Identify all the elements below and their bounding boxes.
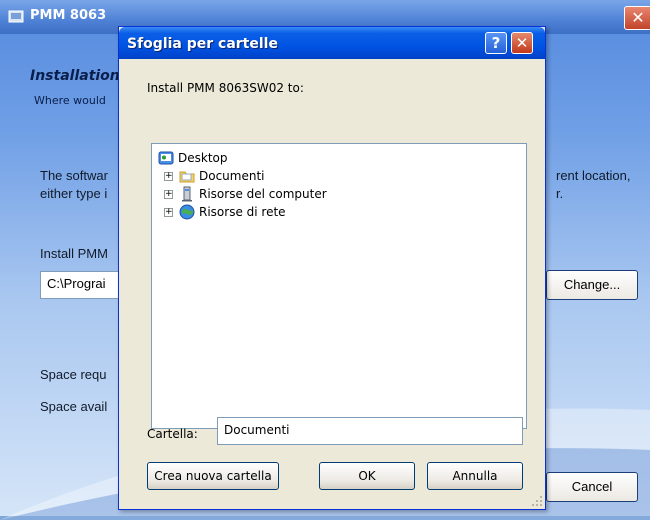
expand-icon[interactable]: + — [164, 189, 173, 199]
help-button[interactable]: ? — [485, 32, 507, 54]
dialog-title: Sfoglia per cartelle — [127, 36, 278, 52]
desktop-icon — [158, 151, 174, 165]
network-icon — [179, 204, 195, 220]
new-folder-button[interactable]: Crea nuova cartella — [147, 462, 279, 490]
tree-item-risorse-computer[interactable]: + Risorse del computer — [164, 185, 327, 203]
folder-tree[interactable]: Desktop + Documenti + Risorse del comput… — [151, 143, 527, 429]
tree-label-risorse-rete: Risorse di rete — [199, 205, 286, 219]
dialog-close-button[interactable]: ✕ — [511, 32, 533, 54]
cancel-button[interactable]: Annulla — [427, 462, 523, 490]
installer-subheading: Where would — [34, 94, 106, 107]
install-path-label: Install PMM — [40, 246, 108, 261]
space-available-label: Space avail — [40, 399, 108, 414]
dialog-titlebar[interactable]: Sfoglia per cartelle ? ✕ — [119, 27, 545, 59]
tree-item-desktop[interactable]: Desktop — [158, 149, 228, 167]
installer-text-right2: r. — [556, 186, 564, 201]
setup-icon — [8, 10, 24, 23]
installer-heading: Installation — [30, 68, 120, 84]
installer-cancel-button[interactable]: Cancel — [546, 472, 638, 502]
expand-icon[interactable]: + — [164, 207, 173, 217]
change-button[interactable]: Change... — [546, 270, 638, 300]
computer-icon — [182, 186, 192, 202]
tree-label-documenti: Documenti — [199, 169, 265, 183]
ok-button[interactable]: OK — [319, 462, 415, 490]
installer-close-button[interactable]: ✕ — [624, 6, 650, 30]
folder-icon — [179, 171, 195, 183]
folder-label: Cartella: — [147, 427, 198, 441]
installer-text-line1: The softwar — [40, 168, 108, 183]
tree-item-documenti[interactable]: + Documenti — [164, 167, 265, 185]
dialog-prompt: Install PMM 8063SW02 to: — [147, 81, 304, 95]
installer-text-line2: either type i — [40, 186, 108, 201]
folder-input[interactable]: Documenti — [217, 417, 523, 445]
browse-folder-dialog: Sfoglia per cartelle ? ✕ Install PMM 806… — [118, 26, 546, 510]
space-required-label: Space requ — [40, 367, 107, 382]
tree-label-risorse-computer: Risorse del computer — [199, 187, 327, 201]
resize-grip-icon[interactable] — [531, 495, 543, 507]
installer-text-right1: rent location, — [556, 168, 631, 183]
tree-label-desktop: Desktop — [178, 151, 228, 165]
installer-title: PMM 8063 — [30, 8, 107, 23]
tree-item-risorse-rete[interactable]: + Risorse di rete — [164, 203, 286, 221]
expand-icon[interactable]: + — [164, 171, 173, 181]
